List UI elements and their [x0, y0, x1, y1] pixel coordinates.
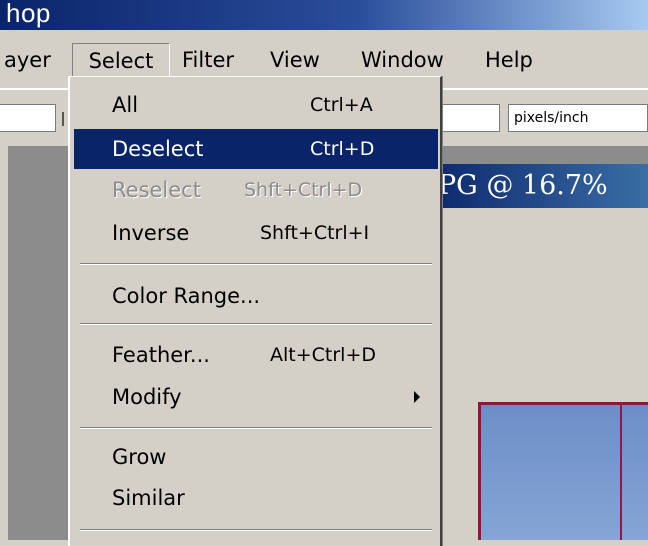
menu-separator	[80, 427, 432, 429]
menu-item-reselect[interactable]: Reselect Shft+Ctrl+D	[74, 170, 438, 210]
menu-item-feather[interactable]: Feather... Alt+Ctrl+D	[74, 335, 438, 375]
menu-item-label: All	[112, 93, 139, 117]
menu-item-shortcut: Ctrl+A	[310, 94, 373, 116]
menu-item-color-range[interactable]: Color Range...	[74, 276, 438, 316]
menu-item-shortcut: Shft+Ctrl+D	[244, 179, 363, 201]
menu-item-label: Grow	[112, 445, 167, 469]
menu-item-label: Feather...	[112, 343, 210, 367]
menu-item-all[interactable]: All Ctrl+A	[74, 85, 438, 125]
menu-window[interactable]: Window	[357, 43, 448, 77]
menu-separator	[80, 323, 432, 325]
menu-filter[interactable]: Filter	[178, 43, 238, 77]
canvas-guide-line	[620, 402, 622, 540]
menu-item-shortcut: Ctrl+D	[310, 138, 375, 160]
menu-item-label: Similar	[112, 486, 185, 510]
menu-item-label: Reselect	[112, 178, 201, 202]
menu-view[interactable]: View	[266, 43, 324, 77]
toolbox-edge	[0, 146, 8, 540]
height-label-caret	[62, 112, 64, 126]
menu-item-label: Inverse	[112, 221, 190, 245]
menu-item-inverse[interactable]: Inverse Shft+Ctrl+I	[74, 213, 438, 253]
resolution-units-select[interactable]: pixels/inch	[508, 104, 648, 132]
select-menu-dropdown: All Ctrl+A Deselect Ctrl+D Reselect Shft…	[68, 76, 442, 546]
menu-separator	[80, 529, 432, 531]
menu-item-grow[interactable]: Grow	[74, 437, 438, 477]
document-title: PG @ 16.7%	[420, 164, 648, 208]
menu-separator	[80, 263, 432, 265]
document-canvas[interactable]	[478, 402, 648, 540]
app-title: hop	[6, 0, 51, 28]
menu-item-label: Color Range...	[112, 284, 261, 308]
app-title-bar: hop	[0, 0, 648, 30]
menu-item-label: Deselect	[112, 137, 204, 161]
submenu-arrow-icon	[414, 391, 420, 403]
resolution-field[interactable]	[436, 104, 500, 132]
menu-item-modify[interactable]: Modify	[74, 377, 438, 417]
menu-help[interactable]: Help	[481, 43, 537, 77]
menu-layer[interactable]: ayer	[0, 43, 55, 77]
menu-item-shortcut: Alt+Ctrl+D	[270, 344, 377, 366]
menu-item-similar[interactable]: Similar	[74, 478, 438, 518]
menu-select[interactable]: Select	[72, 43, 170, 77]
width-field[interactable]	[0, 104, 56, 132]
menu-item-shortcut: Shft+Ctrl+I	[260, 222, 370, 244]
menu-item-deselect[interactable]: Deselect Ctrl+D	[74, 129, 438, 169]
menu-item-label: Modify	[112, 385, 182, 409]
